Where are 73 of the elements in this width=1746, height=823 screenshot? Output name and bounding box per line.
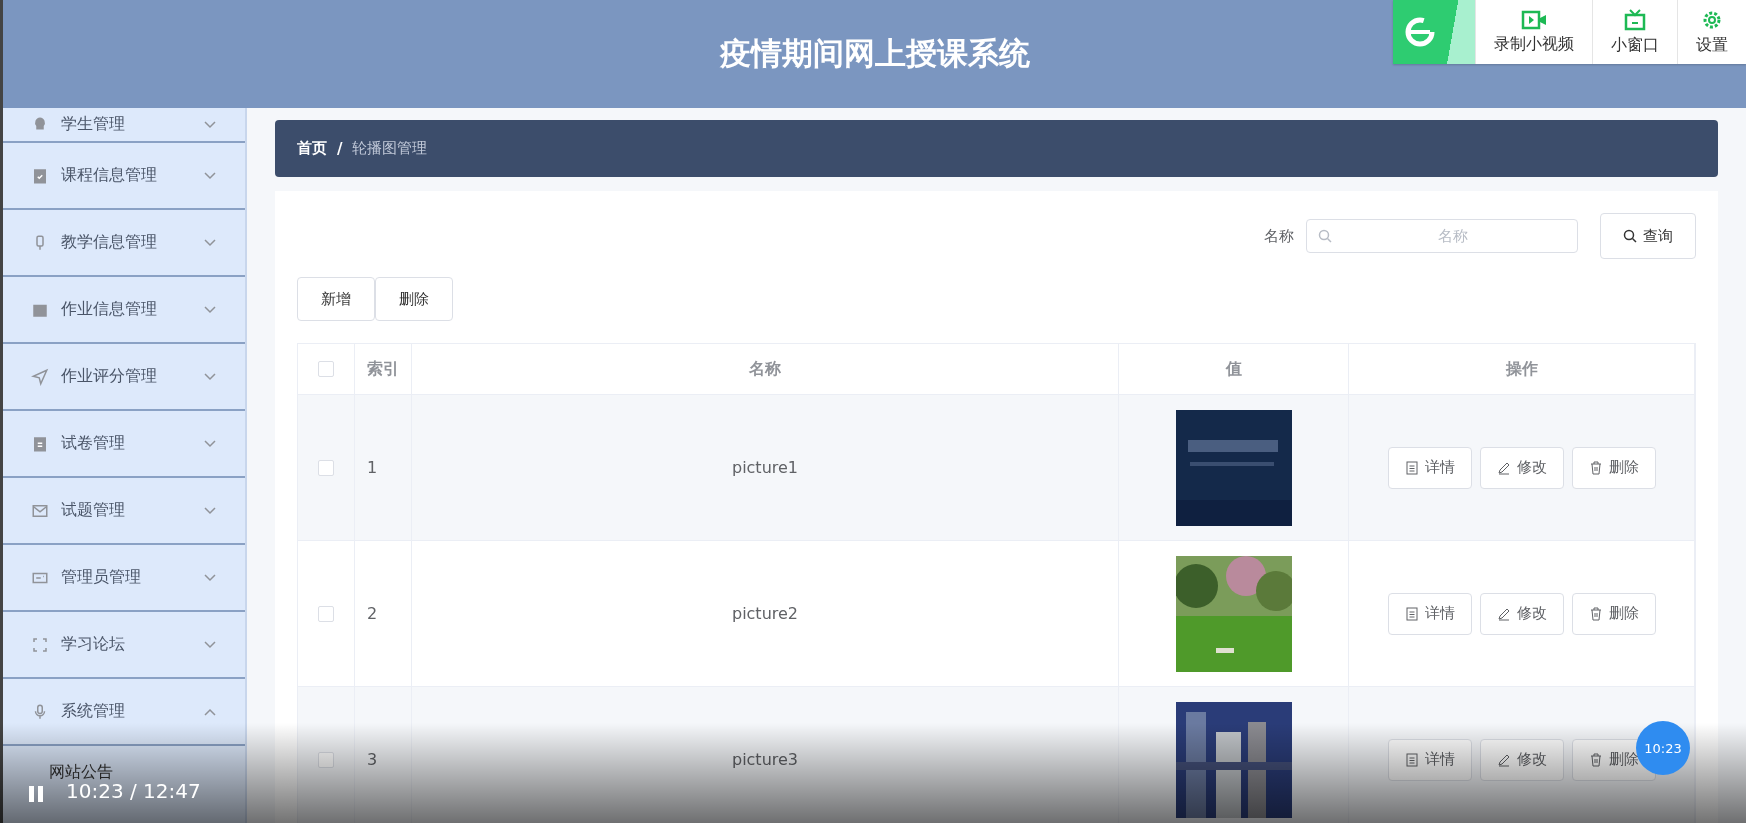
pencil-icon: [1496, 460, 1511, 475]
delete-button[interactable]: 删除: [1571, 446, 1656, 489]
table-cell: picture2: [412, 541, 1119, 686]
toolbar-button[interactable]: 录制小视频: [1475, 0, 1592, 64]
video-camera-icon: [1521, 9, 1547, 30]
detail-button[interactable]: 详情: [1387, 592, 1472, 635]
tv-icon: [1623, 8, 1647, 31]
column-header: 索引: [355, 344, 412, 394]
row-checkbox[interactable]: [318, 751, 334, 768]
column-header: 操作: [1349, 344, 1695, 394]
sidebar-item[interactable]: 试题管理: [3, 478, 245, 545]
send-icon: [31, 367, 49, 386]
column-header: 值: [1119, 344, 1349, 394]
sidebar-item[interactable]: 管理员管理: [3, 545, 245, 612]
breadcrumb-link[interactable]: 首页: [297, 139, 327, 158]
chevron-down-icon: [203, 170, 217, 181]
chevron-down-icon: [203, 505, 217, 516]
chevron-down-icon: [203, 119, 217, 130]
sidebar-item[interactable]: 作业评分管理: [3, 344, 245, 411]
table-cell: picture1: [412, 395, 1119, 540]
edit-button[interactable]: 修改: [1479, 592, 1564, 635]
search-button[interactable]: 查询: [1600, 213, 1696, 259]
table-cell: 2: [355, 541, 412, 686]
sidebar-item[interactable]: 学习论坛: [3, 612, 245, 679]
search-icon: [1623, 229, 1637, 243]
breadcrumb-separator: /: [337, 139, 343, 158]
sidebar-item[interactable]: 课程信息管理: [3, 143, 245, 210]
search-field[interactable]: 名称: [1306, 219, 1578, 253]
chevron-down-icon: [203, 572, 217, 583]
pause-icon[interactable]: [28, 785, 44, 803]
table-cell: 1: [355, 395, 412, 540]
search-label: 名称: [1264, 226, 1294, 246]
row-checkbox[interactable]: [318, 459, 334, 476]
document-icon: [1404, 460, 1419, 475]
sidebar-item[interactable]: 作业信息管理: [3, 277, 245, 344]
column-header: 名称: [412, 344, 1119, 394]
toolbar-button[interactable]: 设置: [1677, 0, 1746, 64]
page-title: 疫情期间网上授课系统: [719, 34, 1030, 73]
table-cell: picture3: [412, 687, 1119, 823]
edit-button[interactable]: 修改: [1479, 446, 1564, 489]
delete-button[interactable]: 删除: [1571, 592, 1656, 635]
chevron-down-icon: [203, 304, 217, 315]
breadcrumb-current: 轮播图管理: [352, 139, 428, 158]
document-icon: [1404, 606, 1419, 621]
trash-icon: [1588, 752, 1603, 767]
select-all-checkbox[interactable]: [318, 361, 334, 377]
search-icon: [1318, 229, 1332, 243]
document-icon: [1404, 752, 1419, 767]
trash-icon: [1588, 606, 1603, 621]
row-checkbox[interactable]: [318, 605, 334, 622]
clipboard-icon: [31, 434, 49, 453]
sidebar-item[interactable]: 系统管理: [3, 679, 245, 746]
chevron-down-icon: [203, 371, 217, 382]
trash-icon: [1588, 460, 1603, 475]
chevron-down-icon: [203, 639, 217, 650]
table-cell: 3: [355, 687, 412, 823]
delete-button[interactable]: 删除: [375, 277, 453, 321]
browser-logo-icon: [1403, 15, 1437, 49]
detail-button[interactable]: 详情: [1387, 446, 1472, 489]
sidebar-item[interactable]: 教学信息管理: [3, 210, 245, 277]
clipboard-icon: [31, 166, 49, 185]
chevron-down-icon: [203, 438, 217, 449]
sidebar-item[interactable]: 学生管理: [3, 108, 245, 143]
pencil-icon: [1496, 752, 1511, 767]
chevron-down-icon: [203, 237, 217, 248]
sidebar-item[interactable]: 试卷管理: [3, 411, 245, 478]
pencil-icon: [1496, 606, 1511, 621]
edit-button[interactable]: 修改: [1479, 738, 1564, 781]
chevron-up-icon: [203, 706, 217, 717]
toolbar-button[interactable]: 小窗口: [1592, 0, 1677, 64]
add-button[interactable]: 新增: [297, 277, 375, 321]
detail-button[interactable]: 详情: [1387, 738, 1472, 781]
frame-icon: [31, 635, 49, 654]
